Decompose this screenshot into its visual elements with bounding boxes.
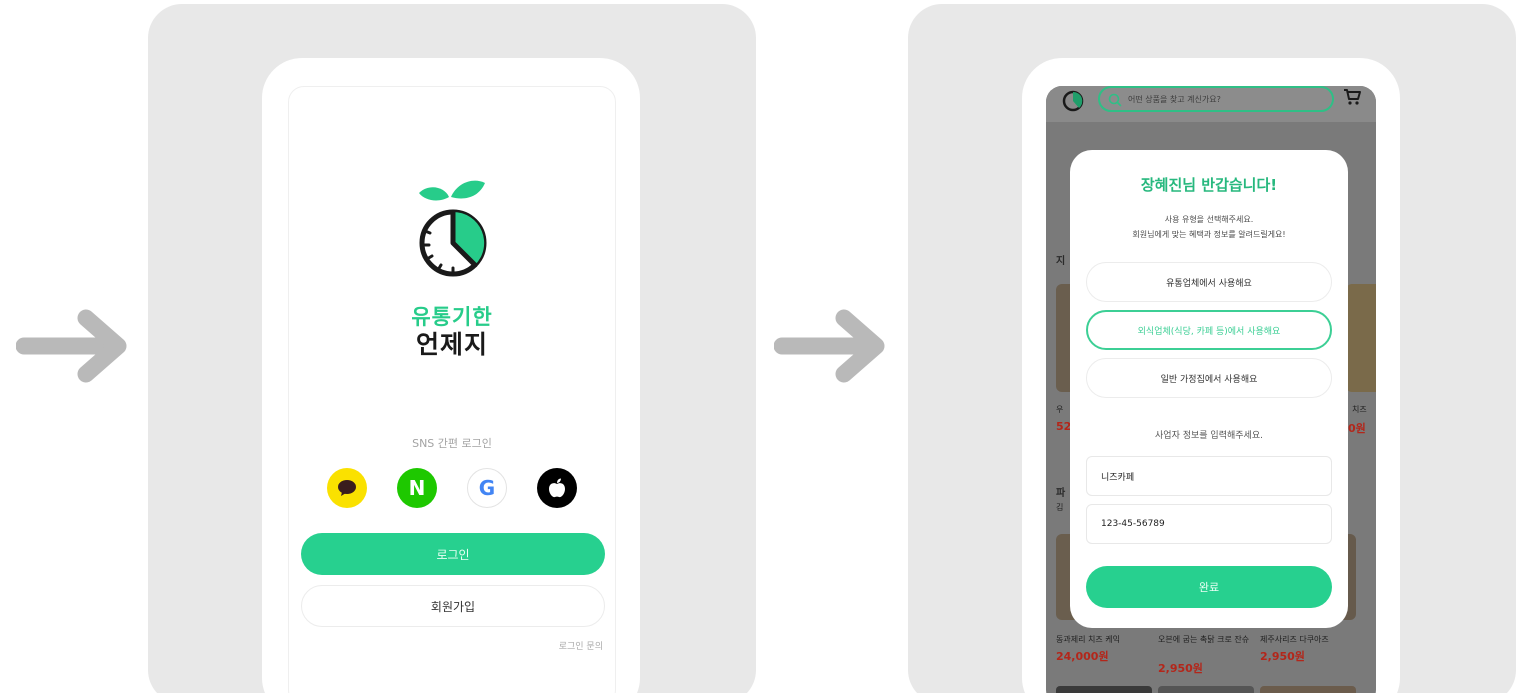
product-name: 제주사리즈 다쿠아즈 <box>1260 635 1329 644</box>
modal-subtitle-line1: 사용 유형을 선택해주세요. <box>1164 215 1254 224</box>
section-subtitle-partial: 김 <box>1056 503 1064 512</box>
user-type-modal: 장혜진님 반갑습니다! 사용 유형을 선택해주세요. 회원님에게 맞는 혜택과 … <box>1070 150 1348 628</box>
product-name-partial: 치즈 <box>1352 405 1367 414</box>
sns-login-label: SNS 간편 로그인 <box>412 437 492 450</box>
business-number-field[interactable]: 123-45-56789 <box>1086 504 1332 544</box>
flow-arrow-icon <box>774 306 890 386</box>
app-logo-icon <box>413 179 493 293</box>
product-image <box>1158 686 1254 693</box>
user-type-option-restaurant[interactable]: 외식업체(식당, 카페 등)에서 사용해요 <box>1086 310 1332 350</box>
brand-name-line2: 언제지 <box>415 330 488 359</box>
onboarding-panel: 어떤 상품을 찾고 계신가요? 지 우 52 치즈 0원 파 김 동과제리 치즈… <box>908 4 1516 693</box>
login-panel: 유통기한 언제지 SNS 간편 로그인 N G 로그인 회원가입 로그인 문의 <box>148 4 756 693</box>
search-icon <box>1108 92 1122 111</box>
user-type-option-household[interactable]: 일반 가정집에서 사용해요 <box>1086 358 1332 398</box>
sns-login-row: N G <box>327 468 579 508</box>
product-price: 2,950원 <box>1158 662 1203 675</box>
business-name-field[interactable]: 니즈카페 <box>1086 456 1332 496</box>
stage: 유통기한 언제지 SNS 간편 로그인 N G 로그인 회원가입 로그인 문의 … <box>0 0 1516 693</box>
product-image <box>1260 686 1356 693</box>
product-price-partial: 0원 <box>1348 422 1366 435</box>
signup-button[interactable]: 회원가입 <box>301 585 605 627</box>
section-title-partial: 지 <box>1056 256 1066 267</box>
kakao-login-button[interactable] <box>327 468 367 508</box>
modal-subtitle: 사용 유형을 선택해주세요. 회원님에게 맞는 혜택과 정보를 알려드릴게요! <box>1070 212 1348 242</box>
flow-arrow-icon <box>16 306 132 386</box>
app-logo-icon <box>1060 86 1086 116</box>
google-g-icon: G <box>478 476 496 500</box>
home-screen-dimmed: 어떤 상품을 찾고 계신가요? 지 우 52 치즈 0원 파 김 동과제리 치즈… <box>1046 86 1376 693</box>
product-name: 오븐에 굽는 촉닭 크로 잔슈 <box>1158 635 1250 644</box>
phone-frame: 어떤 상품을 찾고 계신가요? 지 우 52 치즈 0원 파 김 동과제리 치즈… <box>1022 58 1400 693</box>
phone-frame: 유통기한 언제지 SNS 간편 로그인 N G 로그인 회원가입 로그인 문의 <box>262 58 640 693</box>
search-placeholder: 어떤 상품을 찾고 계신가요? <box>1128 95 1221 104</box>
product-name: 동과제리 치즈 케익 <box>1056 635 1120 644</box>
login-button[interactable]: 로그인 <box>301 533 605 575</box>
product-image <box>1346 284 1376 392</box>
modal-title: 장혜진님 반갑습니다! <box>1140 176 1278 194</box>
search-input[interactable]: 어떤 상품을 찾고 계신가요? <box>1098 86 1334 112</box>
cart-icon[interactable] <box>1342 88 1362 110</box>
section-title-partial: 파 <box>1056 488 1066 499</box>
login-screen: 유통기한 언제지 SNS 간편 로그인 N G 로그인 회원가입 로그인 문의 <box>288 86 616 693</box>
apple-login-button[interactable] <box>537 468 577 508</box>
business-info-label: 사업자 정보를 입력해주세요. <box>1155 431 1263 441</box>
kakao-bubble-icon <box>338 480 356 496</box>
product-name-partial: 우 <box>1056 405 1064 414</box>
product-price: 2,950원 <box>1260 650 1305 663</box>
product-price: 24,000원 <box>1056 650 1109 663</box>
naver-login-button[interactable]: N <box>397 468 437 508</box>
modal-subtitle-line2: 회원님에게 맞는 혜택과 정보를 알려드릴게요! <box>1132 230 1286 239</box>
google-login-button[interactable]: G <box>467 468 507 508</box>
user-type-option-distributor[interactable]: 유통업체에서 사용해요 <box>1086 262 1332 302</box>
product-image <box>1056 686 1152 693</box>
app-header: 어떤 상품을 찾고 계신가요? <box>1046 86 1376 122</box>
done-button[interactable]: 완료 <box>1086 566 1332 608</box>
apple-icon <box>549 478 565 498</box>
naver-n-icon: N <box>408 476 426 500</box>
login-inquiry-link[interactable]: 로그인 문의 <box>559 639 603 652</box>
